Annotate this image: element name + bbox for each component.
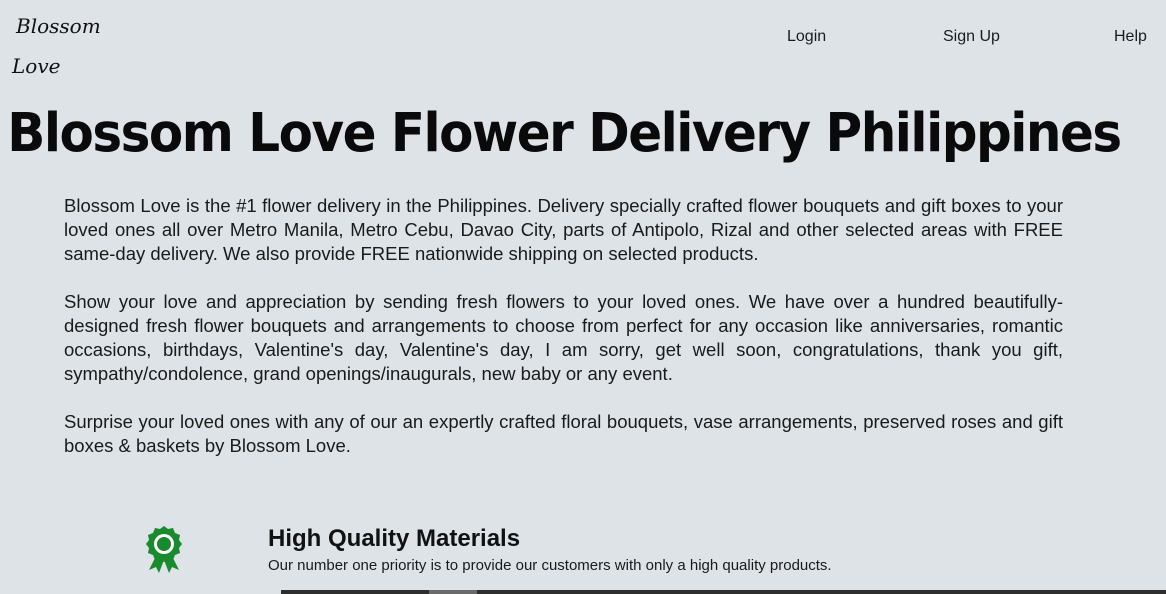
feature-description: Our number one priority is to provide ou… xyxy=(268,557,832,574)
logo[interactable]: Blossom Love xyxy=(12,6,102,86)
logo-line-1: Blossom xyxy=(16,14,101,38)
nav-login-link[interactable]: Login xyxy=(787,28,826,46)
site-header: Blossom Love Login Sign Up Help xyxy=(0,0,1166,90)
nav-signup-link[interactable]: Sign Up xyxy=(943,28,1000,46)
nav-help-link[interactable]: Help xyxy=(1114,28,1147,46)
scrollbar-thumb[interactable] xyxy=(429,590,477,594)
intro-paragraph-1: Blossom Love is the #1 flower delivery i… xyxy=(64,195,1063,264)
intro-paragraph-3: Surprise your loved ones with any of our… xyxy=(64,411,1063,456)
intro-content: Blossom Love is the #1 flower delivery i… xyxy=(64,194,1063,482)
page-title: Blossom Love Flower Delivery Philippines xyxy=(7,101,1122,165)
intro-paragraph-2: Show your love and appreciation by sendi… xyxy=(64,291,1063,384)
feature-title: High Quality Materials xyxy=(268,525,521,552)
logo-line-2: Love xyxy=(12,54,61,78)
award-ribbon-icon xyxy=(144,526,184,574)
horizontal-scrollbar[interactable] xyxy=(281,590,1166,594)
